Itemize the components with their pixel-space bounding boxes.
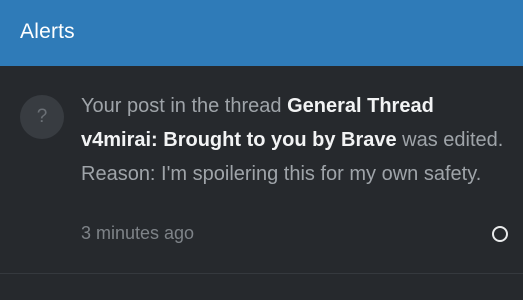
alerts-header: Alerts bbox=[0, 0, 523, 66]
alert-item[interactable]: ? Your post in the thread General Thread… bbox=[0, 66, 523, 274]
alert-prefix: Your post in the thread bbox=[81, 95, 288, 117]
page-title: Alerts bbox=[20, 20, 75, 43]
avatar[interactable]: ? bbox=[20, 95, 64, 139]
circle-outline-icon[interactable] bbox=[492, 226, 508, 242]
alert-timestamp: 3 minutes ago bbox=[81, 223, 195, 243]
alert-message: Your post in the thread General Thread v… bbox=[81, 89, 511, 191]
alerts-list: ? Your post in the thread General Thread… bbox=[0, 66, 523, 300]
